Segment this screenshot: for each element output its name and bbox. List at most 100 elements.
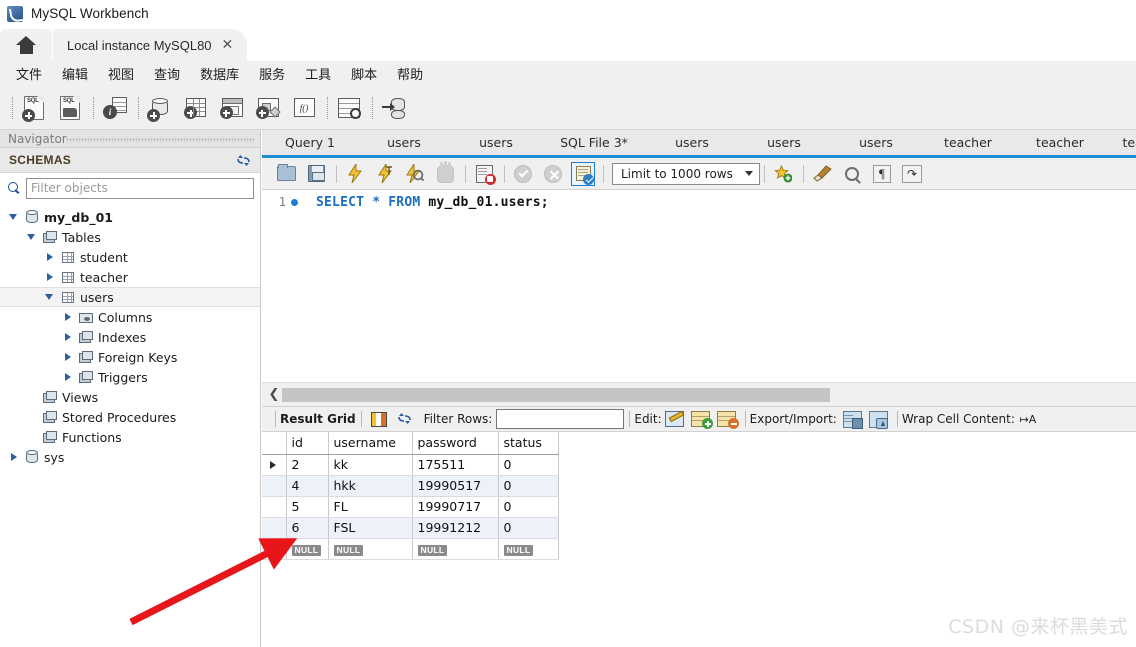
save-file-icon[interactable] [302, 161, 330, 187]
filter-rows-input[interactable] [496, 409, 625, 429]
tree-item-functions[interactable]: Functions [0, 427, 260, 447]
create-procedure-icon[interactable] [251, 91, 285, 125]
menu-edit[interactable]: 编辑 [52, 61, 98, 86]
table-row[interactable]: 5 FL 19990717 0 [262, 496, 559, 518]
chevron-right-icon[interactable] [62, 311, 74, 323]
new-cell-id[interactable]: NULL [286, 538, 329, 560]
tree-item-tables[interactable]: Tables [0, 227, 260, 247]
commit-transaction-icon[interactable] [509, 161, 537, 187]
column-header-username[interactable]: username [328, 432, 413, 455]
schema-inspector-icon[interactable]: i [98, 91, 132, 125]
editor-horizontal-scrollbar[interactable]: ❮ [262, 382, 1136, 406]
hscroll-track[interactable] [282, 387, 1128, 402]
new-sql-tab-icon[interactable]: SQL [17, 91, 51, 125]
chevron-right-icon[interactable] [62, 331, 74, 343]
import-recordset-icon[interactable] [867, 408, 891, 430]
row-selector-cell[interactable] [262, 517, 287, 539]
execute-current-statement-icon[interactable] [371, 161, 399, 187]
cell-username[interactable]: FSL [328, 517, 413, 539]
hscroll-thumb[interactable] [282, 387, 830, 402]
create-function-icon[interactable]: f() [287, 91, 321, 125]
tree-item-views[interactable]: Views [0, 387, 260, 407]
connection-tab-local-instance[interactable]: Local instance MySQL80 ✕ [53, 29, 248, 61]
cell-id[interactable]: 4 [286, 475, 329, 497]
toggle-stop-on-error-icon[interactable] [470, 161, 498, 187]
tree-item-sys[interactable]: sys [0, 447, 260, 467]
column-header-password[interactable]: password [412, 432, 499, 455]
home-tab[interactable] [0, 29, 52, 61]
tree-item-columns[interactable]: Columns [0, 307, 260, 327]
cell-password[interactable]: 175511 [412, 454, 499, 476]
stop-execution-icon[interactable] [431, 161, 459, 187]
cell-password[interactable]: 19990717 [412, 496, 499, 518]
sql-code-editor[interactable]: 1 SELECT * FROM my_db_01.users; [262, 190, 1136, 382]
editor-tab-8[interactable]: teacher [1014, 130, 1106, 155]
toggle-word-wrap-icon[interactable]: ↷ [898, 161, 926, 187]
rollback-transaction-icon[interactable] [539, 161, 567, 187]
beautify-sql-icon[interactable] [808, 161, 836, 187]
tree-item-triggers[interactable]: Triggers [0, 367, 260, 387]
editor-tab-5[interactable]: users [738, 130, 830, 155]
cell-password[interactable]: 19991212 [412, 517, 499, 539]
search-data-icon[interactable] [332, 91, 366, 125]
export-recordset-icon[interactable] [841, 408, 865, 430]
chevron-right-icon[interactable] [44, 271, 56, 283]
editor-tab-4[interactable]: users [646, 130, 738, 155]
menu-scripting[interactable]: 脚本 [341, 61, 387, 86]
editor-tab-1[interactable]: users [358, 130, 450, 155]
chevron-right-icon[interactable] [62, 351, 74, 363]
cell-status[interactable]: 0 [498, 475, 559, 497]
tree-item-stored-procedures[interactable]: Stored Procedures [0, 407, 260, 427]
tree-item-users[interactable]: users [0, 287, 260, 307]
cell-id[interactable]: 5 [286, 496, 329, 518]
wrap-cell-content-icon[interactable]: ↦A [1016, 408, 1040, 430]
tree-item-indexes[interactable]: Indexes [0, 327, 260, 347]
menu-help[interactable]: 帮助 [387, 61, 433, 86]
cell-username[interactable]: hkk [328, 475, 413, 497]
chevron-left-icon[interactable]: ❮ [266, 387, 282, 402]
close-icon[interactable]: ✕ [222, 38, 234, 52]
refresh-result-icon[interactable] [393, 408, 417, 430]
new-cell-username[interactable]: NULL [328, 538, 413, 560]
chevron-right-icon[interactable] [62, 371, 74, 383]
new-cell-password[interactable]: NULL [412, 538, 499, 560]
open-file-icon[interactable] [272, 161, 300, 187]
toggle-invisible-characters-icon[interactable]: ¶ [868, 161, 896, 187]
menu-tools[interactable]: 工具 [295, 61, 341, 86]
new-row-marker-cell[interactable] [262, 538, 287, 560]
grid-view-icon[interactable] [367, 408, 391, 430]
toggle-autocommit-icon[interactable] [569, 161, 597, 187]
editor-tab-3[interactable]: SQL File 3* [542, 130, 646, 155]
tree-item-teacher[interactable]: teacher [0, 267, 260, 287]
chevron-down-icon[interactable] [8, 211, 20, 223]
cell-username[interactable]: FL [328, 496, 413, 518]
cell-status[interactable]: 0 [498, 496, 559, 518]
row-limit-dropdown[interactable]: Limit to 1000 rows [612, 162, 760, 185]
row-selector-cell[interactable] [262, 454, 287, 476]
menu-query[interactable]: 查询 [144, 61, 190, 86]
open-sql-script-icon[interactable]: SQL [53, 91, 87, 125]
chevron-right-icon[interactable] [8, 451, 20, 463]
menu-view[interactable]: 视图 [98, 61, 144, 86]
execute-statement-icon[interactable] [341, 161, 369, 187]
editor-tab-0[interactable]: Query 1 [262, 130, 358, 155]
editor-tab-9[interactable]: teac [1106, 130, 1136, 155]
delete-row-icon[interactable] [715, 408, 740, 430]
table-row[interactable]: 4 hkk 19990517 0 [262, 475, 559, 497]
tree-item-my-db-01[interactable]: my_db_01 [0, 207, 260, 227]
editor-tab-2[interactable]: users [450, 130, 542, 155]
column-header-status[interactable]: status [498, 432, 559, 455]
menu-server[interactable]: 服务 [249, 61, 295, 86]
result-grid-table[interactable]: id username password status 2 kk 175511 0 4 h… [262, 432, 559, 560]
save-snippet-icon[interactable] [769, 161, 797, 187]
edit-cell-icon[interactable] [663, 408, 687, 430]
table-row[interactable]: 6 FSL 19991212 0 [262, 517, 559, 539]
refresh-icon[interactable] [236, 154, 251, 167]
chevron-down-icon[interactable] [26, 231, 38, 243]
table-row[interactable]: 2 kk 175511 0 [262, 454, 559, 476]
menu-database[interactable]: 数据库 [190, 61, 249, 86]
chevron-right-icon[interactable] [44, 251, 56, 263]
editor-tab-6[interactable]: users [830, 130, 922, 155]
filter-objects-input[interactable] [26, 177, 254, 199]
cell-username[interactable]: kk [328, 454, 413, 476]
